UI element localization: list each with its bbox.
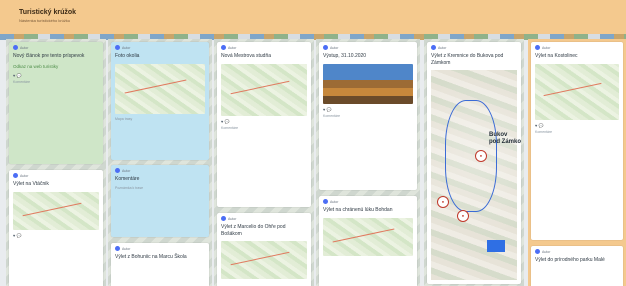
post-title: Výstup, 31.10.2020	[323, 53, 367, 59]
map-thumbnail[interactable]	[13, 191, 99, 230]
post-card[interactable]: Autor Výlet na chránenú lúku Bohdan	[319, 196, 417, 286]
avatar	[535, 249, 540, 254]
route-line	[445, 100, 497, 212]
post-author: Autor	[122, 246, 131, 251]
post-title: Foto okolia	[115, 53, 140, 59]
post-link[interactable]: Odkaz na web turistiky	[9, 62, 103, 73]
avatar	[221, 216, 226, 221]
post-author: Autor	[542, 45, 551, 50]
post-title: Nový článok pre tento príspevok	[13, 53, 85, 59]
post-title: Výlet z Marcelio do Ohře pod Bošákom	[221, 224, 286, 237]
post-meta: Komentáre	[221, 125, 239, 130]
map-pin-icon[interactable]: ●	[437, 196, 449, 208]
route-map[interactable]: ● ● ● Bukov pod Zámkom	[431, 70, 521, 280]
post-card[interactable]: Autor Foto okolia Mapa trasy	[111, 42, 209, 160]
post-meta: Poznámka k trase	[115, 185, 144, 190]
avatar	[115, 45, 120, 50]
post-actions[interactable]: ♥ 💬	[319, 106, 417, 113]
post-card[interactable]: Autor Komentáre Poznámka k trase	[111, 165, 209, 237]
map-thumbnail[interactable]	[221, 241, 307, 279]
post-title: Komentáre	[115, 176, 140, 182]
post-author: Autor	[438, 45, 447, 50]
post-meta: Komentáre	[323, 113, 341, 118]
avatar	[535, 45, 540, 50]
board-canvas: Autor Nový článok pre tento príspevok Od…	[0, 34, 626, 286]
post-author: Autor	[330, 199, 339, 204]
post-title: Výlet z Bohuniic na Marcu Škola	[115, 254, 187, 260]
post-card[interactable]: Autor Výstup, 31.10.2020 ♥ 💬 Komentáre	[319, 42, 417, 190]
map-place-label: Bukov pod Zámkom	[489, 132, 521, 145]
avatar	[115, 246, 120, 251]
post-title: Výlet do prírodného parku Malé	[535, 257, 605, 263]
post-author: Autor	[228, 216, 237, 221]
post-author: Autor	[20, 173, 29, 178]
avatar	[431, 45, 436, 50]
post-actions[interactable]: ♥ 💬	[531, 122, 623, 129]
column-4: Autor Výstup, 31.10.2020 ♥ 💬 Komentáre A…	[316, 39, 420, 286]
column-1: Autor Nový článok pre tento príspevok Od…	[6, 39, 106, 286]
post-card[interactable]: Autor Nová Mestrova studňa ♥ 💬 Komentáre	[217, 42, 311, 207]
post-title: Výlet z Kremnice do Bukova pod Zámkom	[431, 53, 504, 66]
post-card[interactable]: Autor Výlet z Kremnice do Bukova pod Zám…	[427, 42, 521, 284]
post-title: Výlet na chránenú lúku Bohdan	[323, 207, 393, 213]
post-meta: Komentáre	[535, 129, 553, 134]
post-author: Autor	[228, 45, 237, 50]
post-author: Autor	[122, 168, 131, 173]
post-card[interactable]: Autor Výlet z Marcelio do Ohře pod Bošák…	[217, 213, 311, 286]
post-author: Autor	[330, 45, 339, 50]
post-author: Autor	[122, 45, 131, 50]
map-thumbnail[interactable]	[535, 63, 619, 120]
map-thumbnail[interactable]	[221, 63, 307, 116]
column-2: Autor Foto okolia Mapa trasy Autor Komen…	[108, 39, 212, 286]
avatar	[323, 45, 328, 50]
map-thumbnail[interactable]	[323, 217, 413, 256]
post-meta: Mapa trasy	[115, 116, 133, 121]
map-pin-icon[interactable]: ●	[475, 150, 487, 162]
post-actions[interactable]: ♥ 💬	[9, 232, 103, 239]
board-title: Turistický krúžok	[19, 9, 77, 16]
post-card[interactable]: Autor Výlet na Vtáčnik ♥ 💬	[9, 170, 103, 286]
column-6: Autor Výlet na Kostolinec ♥ 💬 Komentáre …	[528, 39, 626, 286]
column-5: Autor Výlet z Kremnice do Bukova pod Zám…	[424, 39, 524, 286]
post-card[interactable]: Autor Nový článok pre tento príspevok Od…	[9, 42, 103, 164]
map-marker-box[interactable]	[487, 240, 505, 252]
post-author: Autor	[542, 249, 551, 254]
avatar	[323, 199, 328, 204]
avatar	[13, 45, 18, 50]
column-3: Autor Nová Mestrova studňa ♥ 💬 Komentáre…	[214, 39, 314, 286]
post-title: Výlet na Kostolinec	[535, 53, 578, 59]
post-photo[interactable]	[323, 63, 413, 104]
map-pin-icon[interactable]: ●	[457, 210, 469, 222]
post-card[interactable]: Autor Výlet na Kostolinec ♥ 💬 Komentáre	[531, 42, 623, 240]
post-title: Výlet na Vtáčnik	[13, 181, 49, 187]
post-actions[interactable]: ♥ 💬	[217, 118, 311, 125]
post-card[interactable]: Autor Výlet z Bohuniic na Marcu Škola	[111, 243, 209, 286]
board-subtitle: Nástenka turistického krúžku	[19, 18, 71, 23]
post-meta: Komentáre	[13, 80, 31, 84]
avatar	[13, 173, 18, 178]
avatar	[115, 168, 120, 173]
post-card[interactable]: Autor Výlet do prírodného parku Malé	[531, 246, 623, 286]
post-author: Autor	[20, 45, 29, 50]
avatar	[221, 45, 226, 50]
top-header: Turistický krúžok Nástenka turistického …	[0, 0, 626, 34]
post-actions[interactable]: ♥ 💬	[9, 72, 103, 79]
map-thumbnail[interactable]	[115, 63, 205, 114]
post-title: Nová Mestrova studňa	[221, 53, 272, 59]
